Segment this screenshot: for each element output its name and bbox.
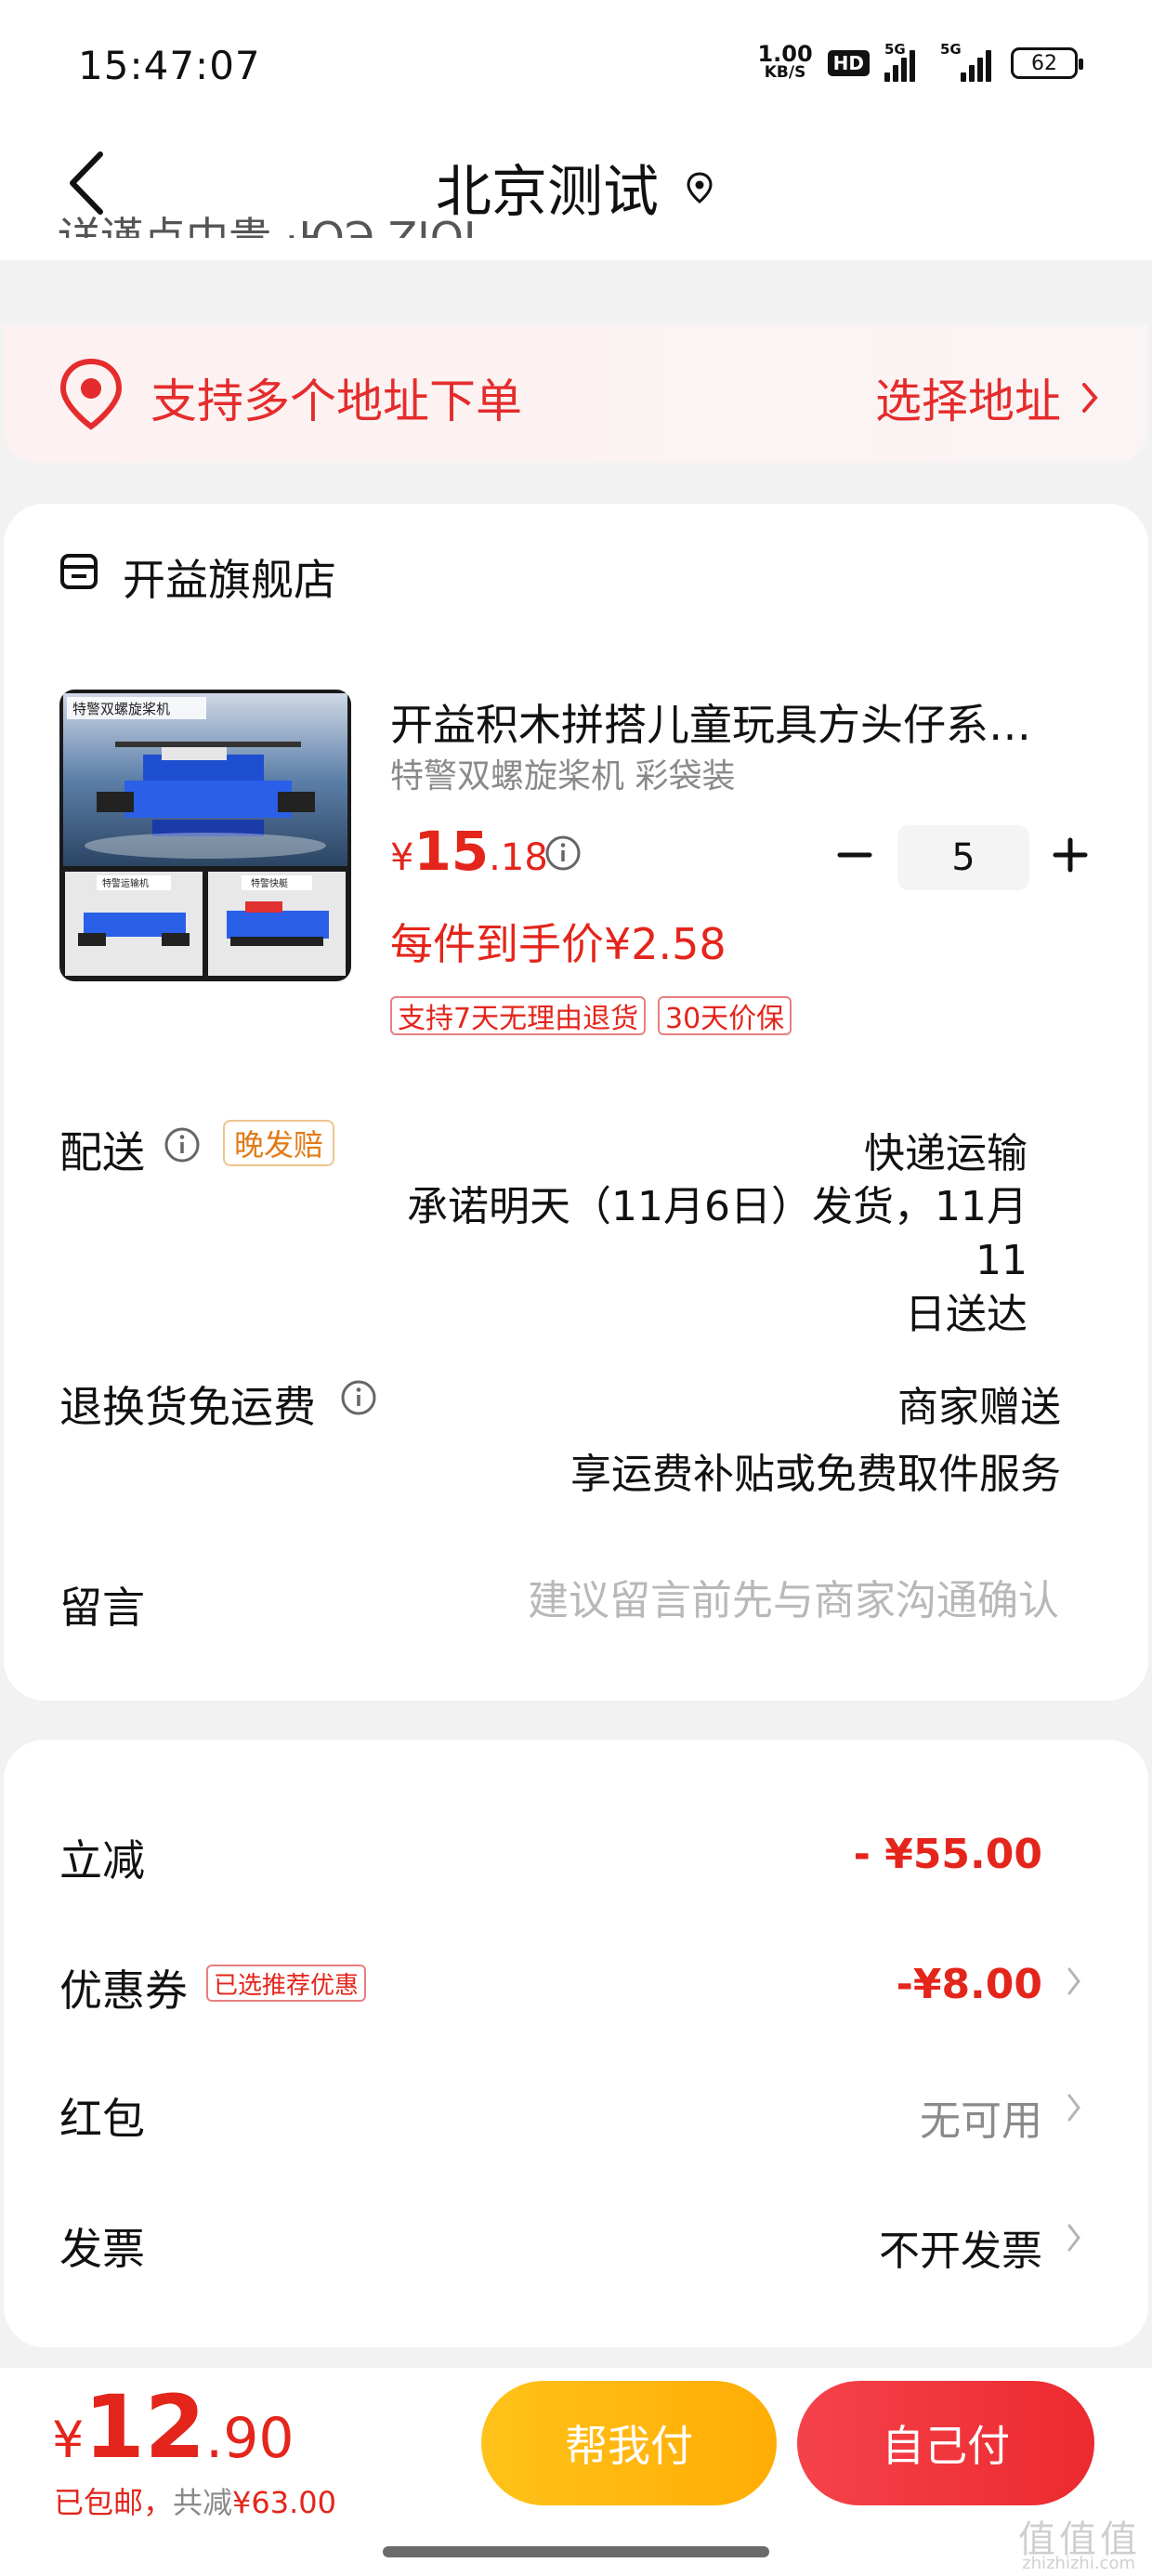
signal-label-2: 5G xyxy=(940,41,962,58)
product-price: ¥ 15 .18 xyxy=(390,820,548,883)
instant-discount-value: - ¥55.00 xyxy=(853,1831,1042,1878)
shipping-promise: 承诺明天（11月6日）发货，11月11 日送达 xyxy=(377,1180,1028,1342)
store-icon xyxy=(60,554,98,589)
minus-icon[interactable] xyxy=(836,836,873,874)
order-item-card xyxy=(4,504,1148,1701)
store-name[interactable]: 开益旗舰店 xyxy=(123,546,336,608)
home-indicator[interactable] xyxy=(383,2546,769,2557)
total-decimal: .90 xyxy=(205,2406,295,2471)
invoice-value[interactable]: 不开发票 xyxy=(879,2217,1042,2277)
message-input[interactable] xyxy=(437,1572,1059,1628)
select-address-label: 选择地址 xyxy=(875,375,1061,428)
price-currency: ¥ xyxy=(390,836,414,879)
image-label-boat: 特警快艇 xyxy=(251,877,288,889)
total-currency: ¥ xyxy=(52,2411,85,2469)
image-label-main: 特警双螺旋桨机 xyxy=(72,701,170,717)
shipping-promise-line1: 承诺明天（11月6日）发货，11月11 xyxy=(407,1183,1028,1284)
invoice-label[interactable]: 发票 xyxy=(59,2215,145,2277)
status-icons: 1.00 KB/S HD 5G 5G 62 xyxy=(757,41,1083,82)
red-packet-label[interactable]: 红包 xyxy=(59,2085,145,2147)
total-price: ¥ 12 .90 xyxy=(52,2377,295,2478)
total-integer: 12 xyxy=(84,2377,206,2478)
info-icon[interactable] xyxy=(164,1126,201,1163)
delivery-label: 配送 xyxy=(59,1127,145,1177)
chevron-right-icon xyxy=(1082,383,1098,413)
status-time: 15:47:07 xyxy=(78,43,261,88)
shipping-method: 快递运输 xyxy=(864,1130,1028,1177)
battery-level: 62 xyxy=(1031,51,1057,75)
return-shipping-label: 退换货免运费 xyxy=(59,1382,316,1432)
info-icon[interactable] xyxy=(544,835,582,872)
total-note: 已包邮，共减¥63.00 xyxy=(54,2479,336,2522)
reduce-label: 共减 xyxy=(173,2485,233,2520)
coupon-value[interactable]: -¥8.00 xyxy=(897,1961,1042,2008)
info-icon[interactable] xyxy=(340,1379,377,1416)
product-image-illustration: 特警双螺旋桨机 特警运输机 特警快艇 xyxy=(63,693,347,976)
unit-price: 每件到手价¥2.58 xyxy=(390,919,727,969)
price-protect-tag: 30天价保 xyxy=(658,996,792,1035)
late-compensation-badge: 晚发赔 xyxy=(223,1120,335,1166)
battery-icon: 62 xyxy=(1011,47,1083,79)
network-speed: 1.00 KB/S xyxy=(757,41,813,82)
multi-address-text: 支持多个地址下单 xyxy=(151,375,522,428)
signal-icon-2: 5G xyxy=(940,41,996,82)
coupon-recommended-badge: 已选推荐优惠 xyxy=(206,1965,367,2002)
return-shipping-value: 商家赠送 xyxy=(897,1384,1061,1431)
product-title[interactable]: 开益积木拼搭儿童玩具方头仔系列... xyxy=(390,691,1059,753)
coupon-label[interactable]: 优惠券 xyxy=(59,1957,188,2018)
chevron-right-icon[interactable] xyxy=(1067,1966,1081,1996)
watermark-url: zhizhizhi.com xyxy=(1022,2554,1135,2573)
location-pin-icon-red xyxy=(59,358,123,430)
reduce-value: ¥63.00 xyxy=(232,2485,336,2520)
hd-icon: HD xyxy=(827,50,870,76)
location-pin-icon[interactable] xyxy=(683,171,716,204)
shipping-promise-line2: 日送达 xyxy=(905,1291,1028,1338)
return-shipping-sub: 享运费补贴或免费取件服务 xyxy=(570,1451,1061,1498)
price-decimal: .18 xyxy=(489,836,548,879)
return-policy-tag: 支持7天无理由退货 xyxy=(390,996,647,1035)
product-sku[interactable]: 特警双螺旋桨机 彩袋装 xyxy=(390,749,735,797)
network-speed-unit: KB/S xyxy=(764,63,806,82)
signal-icon: 5G xyxy=(884,41,925,82)
partial-address-text: 详谨点中贵 ·ЮЭ ZIOI xyxy=(58,213,477,238)
select-address-link[interactable]: 选择地址 xyxy=(875,364,1098,431)
chevron-right-icon[interactable] xyxy=(1067,2093,1081,2123)
chevron-right-icon[interactable] xyxy=(1067,2223,1081,2253)
signal-label: 5G xyxy=(884,41,906,58)
ask-friend-pay-button[interactable]: 帮我付 xyxy=(481,2381,777,2505)
shipping-note: 已包邮， xyxy=(54,2485,174,2520)
message-label: 留言 xyxy=(59,1583,145,1633)
network-speed-value: 1.00 xyxy=(757,41,813,67)
price-integer: 15 xyxy=(413,820,490,883)
plus-icon[interactable] xyxy=(1052,836,1089,874)
red-packet-value[interactable]: 无可用 xyxy=(920,2087,1042,2147)
product-image[interactable]: 特警双螺旋桨机 特警运输机 特警快艇 xyxy=(59,690,351,981)
instant-discount-label: 立减 xyxy=(59,1835,145,1886)
quantity-value[interactable]: 5 xyxy=(897,825,1029,890)
pay-myself-button[interactable]: 自己付 xyxy=(797,2381,1094,2505)
image-label-transport: 特警运输机 xyxy=(102,877,149,889)
